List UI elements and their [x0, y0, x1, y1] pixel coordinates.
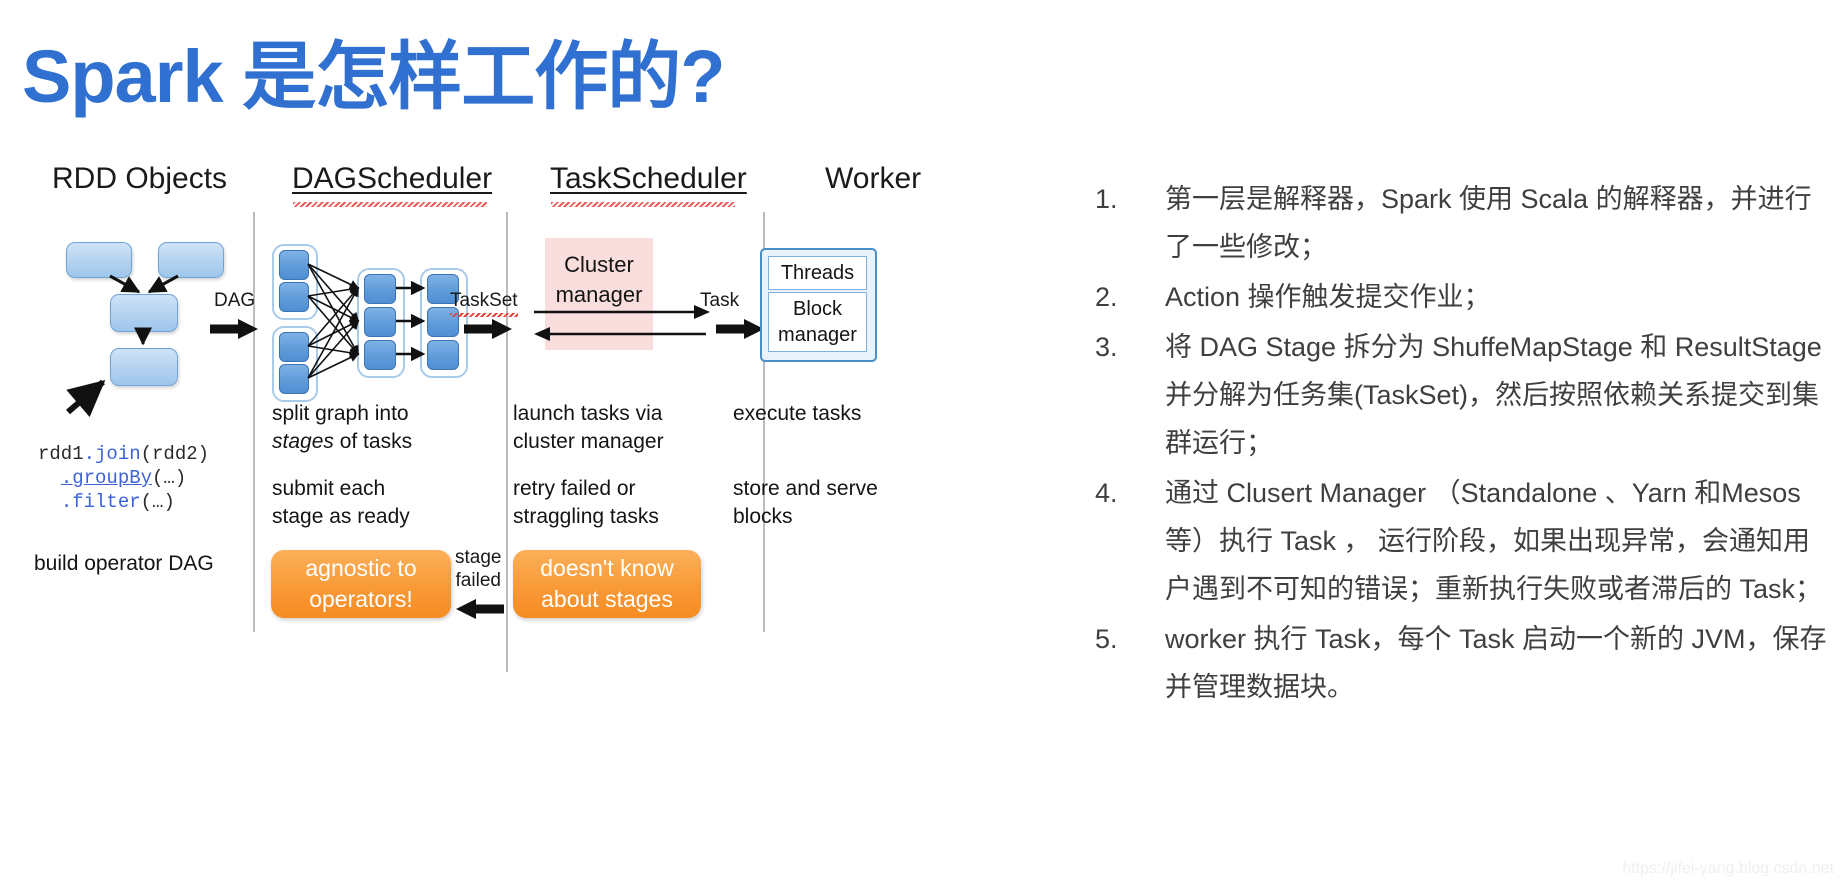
list-item-text: 将 DAG Stage 拆分为 ShuffeMapStage 和 ResultS… [1165, 332, 1822, 458]
slide-root: Spark 是怎样工作的? RDD Objects DAGScheduler T… [0, 0, 1842, 884]
watermark: https://jifei-yang.blog.csdn.net [1622, 860, 1834, 877]
explanation-list: 1. 第一层是解释器，Spark 使用 Scala 的解释器，并进行了一些修改；… [1095, 175, 1835, 713]
list-item-number: 3. [1095, 332, 1118, 362]
caption-execute-tasks: execute tasks [733, 402, 862, 425]
caption-split-graph: split graph into stages of tasks [272, 400, 412, 456]
list-item: 3. 将 DAG Stage 拆分为 ShuffeMapStage 和 Resu… [1095, 323, 1835, 467]
list-item-number: 1. [1095, 184, 1118, 214]
list-item: 5. worker 执行 Task，每个 Task 启动一个新的 JVM，保存并… [1095, 615, 1835, 711]
arrow-taskset [464, 319, 512, 339]
code-join: .join [83, 443, 141, 465]
list-item-number: 2. [1095, 282, 1118, 312]
caption-build-operator-dag: build operator DAG [34, 552, 214, 575]
list-item-number: 4. [1095, 478, 1118, 508]
worker-threads-box: Threads [768, 256, 867, 290]
spellcheck-squiggle-taskscheduler [551, 202, 735, 207]
flow-label-dag: DAG [214, 290, 256, 311]
list-item-text: Action 操作触发提交作业； [1165, 282, 1491, 312]
caption-store-serve: store and serve blocks [733, 477, 878, 528]
list-item-text: 第一层是解释器，Spark 使用 Scala 的解释器，并进行了一些修改； [1165, 184, 1812, 262]
list-item-text: 通过 Clusert Manager （Standalone 、Yarn 和Me… [1165, 478, 1823, 604]
column-heading-worker: Worker [825, 162, 922, 195]
cluster-manager-arrows [534, 305, 710, 341]
orange-box-doesnt-know-about-stages: doesn't know about stages [513, 550, 701, 618]
worker-block-manager-box: Block manager [768, 292, 867, 352]
code-filter-args: (…) [140, 491, 175, 513]
page-title: Spark 是怎样工作的? [22, 35, 725, 118]
column-heading-dagscheduler: DAGScheduler [292, 162, 493, 195]
column-separator-1 [253, 212, 255, 632]
code-join-args: (rdd2) [140, 443, 210, 465]
flow-label-stage-failed: stage failed [455, 547, 502, 591]
code-rdd1: rdd1 [38, 443, 84, 465]
flow-label-task: Task [700, 290, 740, 311]
column-heading-taskscheduler: TaskScheduler [550, 162, 747, 195]
arrow-dag [210, 319, 258, 339]
orange-box-agnostic-to-operators: agnostic to operators! [271, 550, 451, 618]
caption-launch-tasks: launch tasks via cluster manager [513, 402, 664, 453]
caption-split-graph-emphasis: stages [272, 430, 334, 453]
list-item: 4. 通过 Clusert Manager （Standalone 、Yarn … [1095, 469, 1835, 613]
list-item-text: worker 执行 Task，每个 Task 启动一个新的 JVM，保存并管理数… [1165, 624, 1827, 702]
list-item-number: 5. [1095, 624, 1118, 654]
rdd-code-snippet: rdd1.join(rdd2) .groupBy(…) .filter(…) [38, 442, 209, 514]
list-item: 1. 第一层是解释器，Spark 使用 Scala 的解释器，并进行了一些修改； [1095, 175, 1835, 271]
caption-split-graph-part1: split graph into [272, 402, 409, 425]
arrow-stage-failed [456, 599, 504, 619]
code-groupby-args: (…) [152, 467, 187, 489]
spark-architecture-diagram: RDD Objects DAGScheduler TaskScheduler W… [0, 150, 1060, 720]
caption-split-graph-part2: of tasks [333, 430, 413, 453]
spellcheck-squiggle-dagscheduler [293, 202, 487, 207]
flow-label-taskset: TaskSet [450, 290, 518, 317]
dag-edges [307, 263, 426, 379]
caption-submit-stage: submit each stage as ready [272, 477, 410, 528]
code-filter: .filter [60, 491, 141, 513]
code-groupby: .groupBy [60, 467, 153, 489]
caption-retry-failed: retry failed or straggling tasks [513, 477, 659, 528]
list-item: 2. Action 操作触发提交作业； [1095, 273, 1835, 321]
